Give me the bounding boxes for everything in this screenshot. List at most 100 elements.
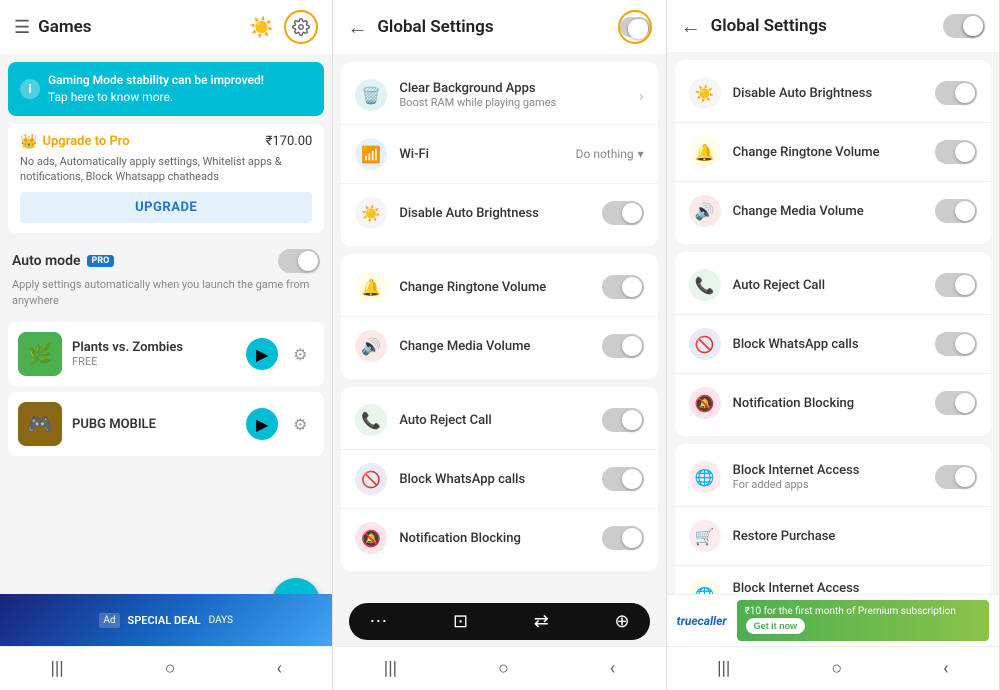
s3-block-whatsapp-label: Block WhatsApp calls bbox=[733, 337, 923, 352]
s3-internet-other-label: Block Internet Access bbox=[733, 581, 961, 594]
sun-icon[interactable]: ☀️ bbox=[249, 15, 274, 39]
crown-pro: 👑 Upgrade to Pro bbox=[20, 134, 130, 150]
black-bar-dots[interactable]: ⋯ bbox=[369, 611, 387, 632]
card-volume: 🔔 Change Ringtone Volume 🔊 Change Media … bbox=[341, 254, 657, 379]
topbar-actions: ☀️ bbox=[249, 10, 318, 44]
nav-back-icon-2[interactable]: ‹ bbox=[610, 658, 615, 679]
s3-block-whatsapp-toggle[interactable] bbox=[935, 332, 977, 356]
s3-block-whatsapp-icon: 🚫 bbox=[689, 328, 721, 360]
auto-reject-toggle[interactable] bbox=[602, 408, 644, 432]
ringtone-toggle[interactable] bbox=[602, 275, 644, 299]
nav-menu-icon-2[interactable]: ||| bbox=[384, 658, 397, 679]
nav-home-icon[interactable]: ○ bbox=[165, 658, 176, 679]
card-calls: 📞 Auto Reject Call 🚫 Block WhatsApp call… bbox=[341, 387, 657, 571]
s3-media-icon: 🔊 bbox=[689, 195, 721, 227]
black-bar-share[interactable]: ⊕ bbox=[615, 611, 630, 632]
s3-block-internet-other-row[interactable]: 🌐 Block Internet Access For other apps › bbox=[675, 566, 991, 594]
black-bar-square[interactable]: ⊡ bbox=[453, 611, 468, 632]
nav-home-icon-2[interactable]: ○ bbox=[498, 658, 509, 679]
wifi-dropdown[interactable]: Do nothing ▾ bbox=[576, 147, 644, 161]
s3-media-toggle[interactable] bbox=[935, 199, 977, 223]
pubg-info: PUBG MOBILE bbox=[72, 417, 236, 432]
notif-blocking-row: 🔕 Notification Blocking bbox=[341, 509, 657, 567]
s3-ringtone-row: 🔔 Change Ringtone Volume bbox=[675, 123, 991, 182]
s3-auto-reject-label: Auto Reject Call bbox=[733, 278, 923, 293]
back-button-2[interactable]: ← bbox=[347, 15, 367, 40]
settings3-topbar: ← Global Settings bbox=[667, 0, 999, 52]
s3-auto-reject-toggle[interactable] bbox=[935, 273, 977, 297]
s3-notif-toggle[interactable] bbox=[935, 391, 977, 415]
black-bar: ⋯ ⊡ ⇄ ⊕ bbox=[349, 603, 649, 640]
nav-home-icon-3[interactable]: ○ bbox=[831, 658, 842, 679]
plants-zombies-play[interactable]: ▶ bbox=[246, 338, 278, 370]
ad-banner-1: Ad SPECIAL DEAL DAYS bbox=[0, 594, 332, 646]
media-toggle[interactable] bbox=[602, 334, 644, 358]
nav-back-icon[interactable]: ‹ bbox=[276, 658, 281, 679]
s3-internet-other-icon: 🌐 bbox=[689, 579, 721, 594]
settings2-topbar: ← Global Settings bbox=[333, 0, 665, 54]
s3-notif-row: 🔕 Notification Blocking bbox=[675, 374, 991, 432]
s3-media-label: Change Media Volume bbox=[733, 204, 923, 219]
settings-icon-circle[interactable] bbox=[284, 10, 318, 44]
game-item: 🌿 Plants vs. Zombies FREE ▶ ⚙ bbox=[8, 322, 324, 386]
media-vol-row: 🔊 Change Media Volume bbox=[341, 317, 657, 375]
black-bar-arrows[interactable]: ⇄ bbox=[534, 611, 549, 632]
nav-menu-icon[interactable]: ||| bbox=[50, 658, 63, 679]
plants-zombies-name: Plants vs. Zombies bbox=[72, 340, 236, 355]
s3-block-internet-added-row: 🌐 Block Internet Access For added apps bbox=[675, 448, 991, 507]
info-icon: i bbox=[20, 79, 40, 99]
s3-internet-added-toggle[interactable] bbox=[935, 465, 977, 489]
pubg-play[interactable]: ▶ bbox=[246, 408, 278, 440]
notif-toggle[interactable] bbox=[602, 526, 644, 550]
wifi-label: Wi-Fi bbox=[399, 147, 563, 162]
upgrade-desc: No ads, Automatically apply settings, Wh… bbox=[20, 154, 312, 185]
back-button-3[interactable]: ← bbox=[681, 14, 701, 39]
global-toggle-3[interactable] bbox=[943, 14, 985, 38]
global-toggle-2[interactable] bbox=[620, 17, 650, 37]
nav-menu-icon-3[interactable]: ||| bbox=[717, 658, 730, 679]
s3-notif-label: Notification Blocking bbox=[733, 396, 923, 411]
upgrade-card: 👑 Upgrade to Pro ₹170.00 No ads, Automat… bbox=[8, 124, 324, 234]
truecaller-cta[interactable]: Get it now bbox=[745, 617, 807, 635]
s3-restore-purchase-row[interactable]: 🛒 Restore Purchase bbox=[675, 507, 991, 566]
notif-icon: 🔕 bbox=[355, 522, 387, 554]
s3-auto-reject-icon: 📞 bbox=[689, 269, 721, 301]
auto-mode-toggle[interactable] bbox=[278, 249, 320, 273]
auto-mode-title: Auto mode PRO bbox=[12, 253, 114, 269]
s3-media-row: 🔊 Change Media Volume bbox=[675, 182, 991, 240]
upgrade-button[interactable]: UPGRADE bbox=[20, 192, 312, 223]
s3-internet-added-label: Block Internet Access bbox=[733, 463, 923, 478]
bottom-nav-2: ||| ○ ‹ bbox=[333, 646, 665, 690]
settings2-toggle-circle[interactable] bbox=[618, 10, 652, 44]
s3-internet-added-sublabel: For added apps bbox=[733, 478, 923, 491]
nav-back-icon-3[interactable]: ‹ bbox=[943, 658, 948, 679]
plants-zombies-settings[interactable]: ⚙ bbox=[286, 340, 314, 368]
wifi-value: Do nothing bbox=[576, 147, 634, 161]
s3-brightness-icon: ☀️ bbox=[689, 77, 721, 109]
media-icon: 🔊 bbox=[355, 330, 387, 362]
s3-brightness-toggle[interactable] bbox=[935, 81, 977, 105]
settings3-scroll: ☀️ Disable Auto Brightness 🔔 Change Ring… bbox=[667, 52, 999, 594]
ringtone-icon: 🔔 bbox=[355, 271, 387, 303]
s3-brightness-row: ☀️ Disable Auto Brightness bbox=[675, 64, 991, 123]
wifi-chevron-down: ▾ bbox=[638, 147, 644, 161]
gaming-banner[interactable]: i Gaming Mode stability can be improved!… bbox=[8, 62, 324, 116]
s3-brightness-label: Disable Auto Brightness bbox=[733, 86, 923, 101]
game-list: 🌿 Plants vs. Zombies FREE ▶ ⚙ 🎮 PUBG MOB… bbox=[0, 318, 332, 466]
block-whatsapp-toggle[interactable] bbox=[602, 467, 644, 491]
clear-bg-row[interactable]: 🗑️ Clear Background Apps Boost RAM while… bbox=[341, 66, 657, 125]
auto-reject-label: Auto Reject Call bbox=[399, 413, 589, 428]
pubg-settings[interactable]: ⚙ bbox=[286, 410, 314, 438]
auto-reject-row: 📞 Auto Reject Call bbox=[341, 391, 657, 450]
s3-notif-icon: 🔕 bbox=[689, 387, 721, 419]
pubg-icon: 🎮 bbox=[18, 402, 62, 446]
clear-bg-label: Clear Background Apps bbox=[399, 81, 627, 96]
crown-icon: 👑 bbox=[20, 134, 37, 150]
brightness-icon: ☀️ bbox=[355, 197, 387, 229]
hamburger-icon[interactable]: ☰ bbox=[14, 17, 30, 38]
brightness-toggle[interactable] bbox=[602, 201, 644, 225]
auto-mode-section: Auto mode PRO Apply settings automatical… bbox=[0, 239, 332, 318]
wifi-row[interactable]: 📶 Wi-Fi Do nothing ▾ bbox=[341, 125, 657, 184]
s3-ringtone-toggle[interactable] bbox=[935, 140, 977, 164]
pubg-name: PUBG MOBILE bbox=[72, 417, 236, 432]
